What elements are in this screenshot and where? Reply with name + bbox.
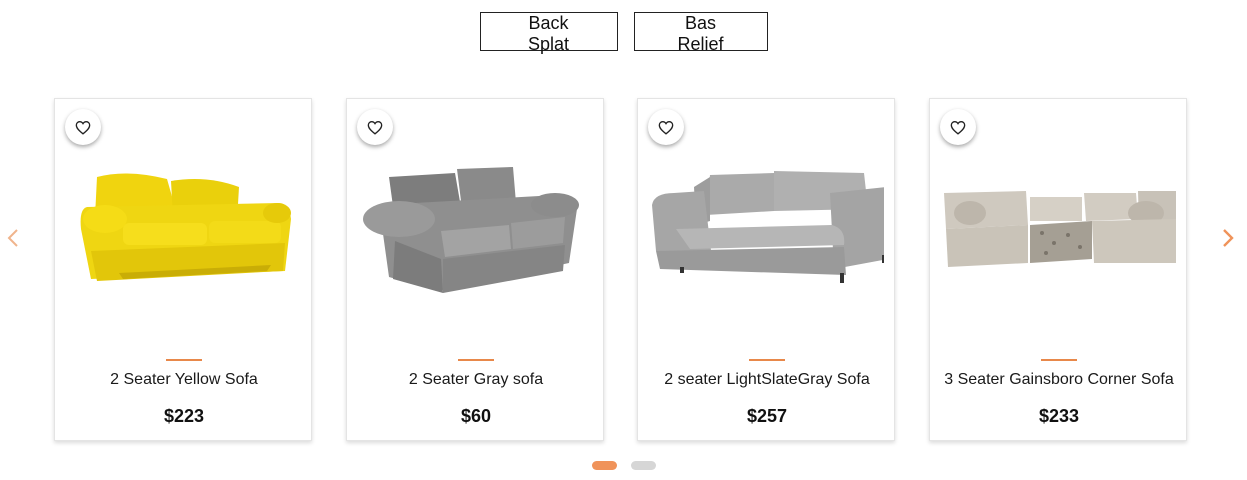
product-image [67,159,301,319]
product-price: $60 [460,406,492,426]
heart-icon [950,120,966,135]
chevron-left-icon [7,229,18,247]
carousel-prev-button[interactable] [2,226,24,250]
wishlist-button[interactable] [65,109,101,145]
pagination-dot-1[interactable] [591,461,617,470]
pagination-dot-2[interactable] [630,461,656,470]
tab-back-splat[interactable]: Back Splat [479,12,618,54]
product-name[interactable]: 2 Seater Gray sofa [347,371,605,389]
product-image [359,159,593,319]
carousel-next-button[interactable] [1217,226,1239,250]
product-price: $223 [163,406,205,426]
product-card[interactable]: 3 Seater Gainsboro Corner Sofa $233 [929,98,1187,441]
product-card[interactable]: 2 Seater Yellow Sofa $223 [54,98,312,441]
gainsboro-corner-sofa-image [944,191,1176,267]
wishlist-button[interactable] [940,109,976,145]
product-price: $257 [746,406,788,426]
title-divider [749,359,785,361]
title-divider [1041,359,1077,361]
heart-icon [75,120,91,135]
product-image [942,159,1176,319]
product-card[interactable]: 2 seater LightSlateGray Sofa $257 [637,98,895,441]
title-divider [166,359,202,361]
yellow-sofa-image [80,173,291,281]
product-name[interactable]: 3 Seater Gainsboro Corner Sofa [930,371,1188,389]
chevron-right-icon [1223,229,1234,247]
tab-bas-relief[interactable]: Bas Relief [633,12,768,54]
gray-sofa-image [363,167,579,293]
product-name[interactable]: 2 seater LightSlateGray Sofa [638,371,896,389]
product-image [650,159,884,319]
product-name[interactable]: 2 Seater Yellow Sofa [55,371,313,389]
wishlist-button[interactable] [357,109,393,145]
product-card[interactable]: 2 Seater Gray sofa $60 [346,98,604,441]
carousel-pagination [0,461,1247,470]
product-price: $233 [1038,406,1080,426]
title-divider [458,359,494,361]
category-tabs: Back Splat Bas Relief [0,12,1247,54]
heart-icon [367,120,383,135]
heart-icon [658,120,674,135]
wishlist-button[interactable] [648,109,684,145]
light-slate-gray-sofa-image [652,171,884,283]
